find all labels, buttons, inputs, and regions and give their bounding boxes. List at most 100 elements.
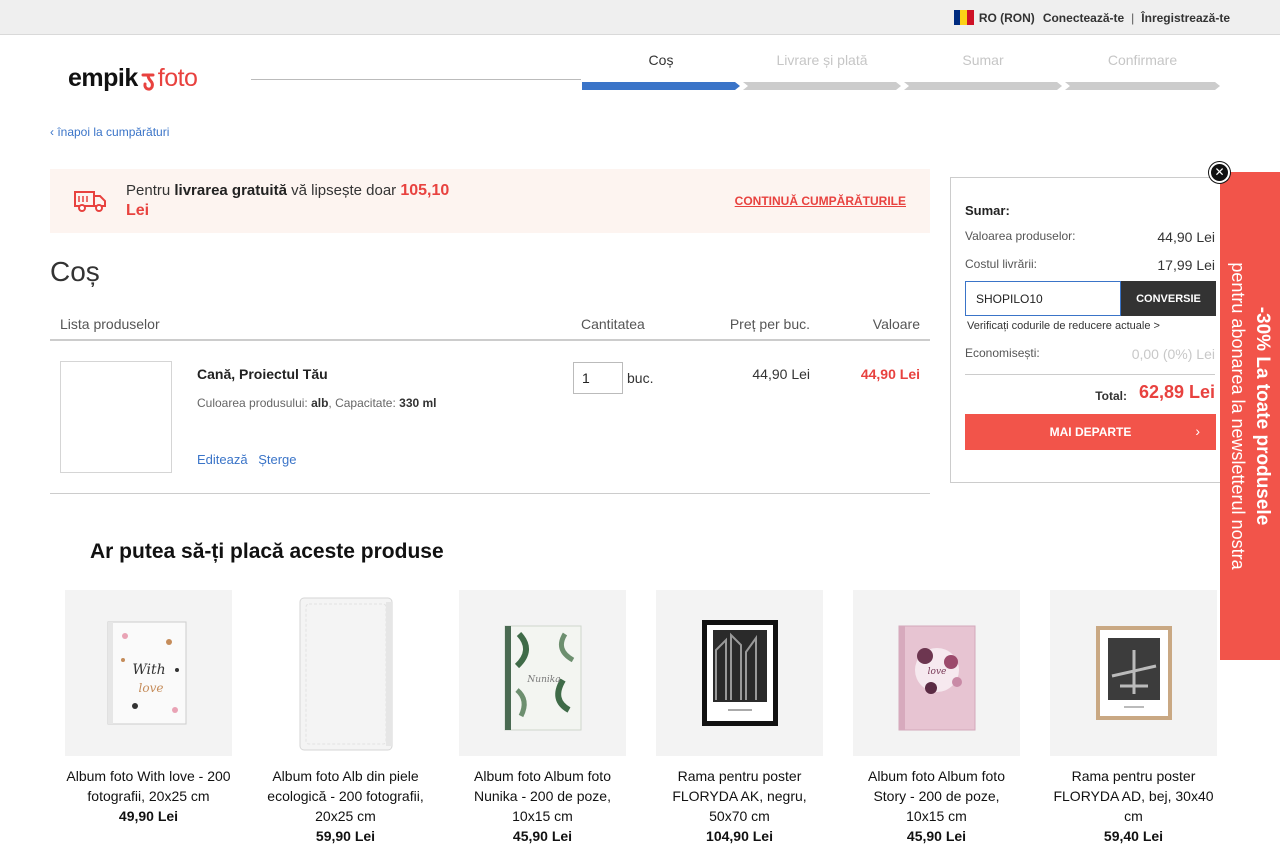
svg-text:Nunika: Nunika <box>526 675 560 685</box>
product-price: 59,90 Lei <box>315 828 376 844</box>
cart-table-header: Lista produselor Cantitatea Preț per buc… <box>50 308 930 341</box>
album-story-image[interactable]: love <box>853 590 1020 756</box>
color-value: alb <box>311 396 329 410</box>
savings-value: 0,00 (0%) Lei <box>1131 346 1215 362</box>
promo-subline: pentru abonarea la newsletterul nostra <box>1228 262 1248 570</box>
apply-coupon-button[interactable]: CONVERSIE <box>1121 281 1216 316</box>
cart-item-row: Cană, Proiectul Tău Culoarea produsului:… <box>50 342 930 494</box>
album-nunika-image[interactable]: Nunika <box>459 590 626 756</box>
svg-text:With: With <box>132 662 165 678</box>
quantity-input[interactable] <box>573 362 623 394</box>
album-with-love-image[interactable]: With love <box>65 590 232 756</box>
header-value: Valoare <box>872 316 920 332</box>
product-price: 45,90 Lei <box>512 828 573 844</box>
proceed-button[interactable]: MAI DEPARTE › <box>965 414 1216 450</box>
product-price: 45,90 Lei <box>906 828 967 844</box>
product-title: Album foto With love - 200 fotografii, 2… <box>66 768 231 804</box>
progress-line <box>251 79 581 80</box>
product-name[interactable]: Cană, Proiectul Tău <box>197 366 328 382</box>
delete-link[interactable]: Șterge <box>258 452 296 467</box>
message-bold: livrarea gratuită <box>174 182 287 199</box>
step-summary: Sumar <box>904 50 1062 90</box>
back-to-shopping-link[interactable]: ‹ înapoi la cumpărături <box>50 125 169 139</box>
summary-divider <box>965 374 1215 375</box>
product-attributes: Culoarea produsului: alb, Capacitate: 33… <box>197 396 437 410</box>
logo-mark-icon <box>141 73 155 91</box>
product-price: 104,90 Lei <box>706 828 773 844</box>
recommended-product-name: Rama pentru poster FLORYDA AD, bej, 30x4… <box>1050 766 1217 846</box>
step-delivery-payment: Livrare și plată <box>743 50 901 90</box>
step-cart: Coș <box>582 50 740 90</box>
logo-text-empik: empik <box>68 64 138 92</box>
product-title: Album foto Album foto Nunika - 200 de po… <box>474 768 611 824</box>
message-prefix: Pentru <box>126 182 175 199</box>
product-actions: Editează Șterge <box>197 452 304 467</box>
step-label: Coș <box>648 52 674 68</box>
step-bar <box>904 82 1062 90</box>
recommended-product-name: Album foto Alb din piele ecologică - 200… <box>262 766 429 846</box>
newsletter-promo-tab[interactable]: -30% La toate produsele pentru abonarea … <box>1220 172 1280 660</box>
order-summary: Sumar: Valoarea produselor: 44,90 Lei Co… <box>950 177 1230 483</box>
proceed-button-label: MAI DEPARTE <box>1049 425 1132 439</box>
recommended-product-name: Album foto Album foto Story - 200 de poz… <box>853 766 1020 846</box>
recommended-product-name: Album foto With love - 200 fotografii, 2… <box>65 766 232 826</box>
products-value-label: Valoarea produselor: <box>965 229 1076 243</box>
continue-shopping-link[interactable]: CONTINUĂ CUMPĂRĂTURILE <box>735 194 906 208</box>
checkout-steps: Coș Livrare și plată Sumar Confirmare <box>582 50 1222 90</box>
summary-products-row: Valoarea produselor: 44,90 Lei <box>965 229 1215 245</box>
color-label: Culoarea produsului: <box>197 396 312 410</box>
free-delivery-message: Pentru livrarea gratuită vă lipsește doa… <box>126 181 466 221</box>
register-link[interactable]: Înregistrează-te <box>1141 11 1230 25</box>
recommended-product-name: Album foto Album foto Nunika - 200 de po… <box>459 766 626 846</box>
top-bar: RO (RON) Conectează-te | Înregistrează-t… <box>0 0 1280 35</box>
header-unit-price: Preț per buc. <box>729 316 810 332</box>
capacity-label: , Capacitate: <box>328 396 400 410</box>
step-bar <box>582 82 740 90</box>
logo-text-foto: foto <box>157 64 198 92</box>
recommended-product-name: Rama pentru poster FLORYDA AK, negru, 50… <box>656 766 823 846</box>
summary-savings-row: Economisești: 0,00 (0%) Lei <box>965 346 1215 362</box>
summary-shipping-row: Costul livrării: 17,99 Lei <box>965 257 1215 273</box>
region-selector[interactable]: RO (RON) <box>979 11 1035 25</box>
products-value: 44,90 Lei <box>1157 229 1215 245</box>
svg-text:love: love <box>139 681 164 695</box>
product-price: 49,90 Lei <box>118 808 179 824</box>
product-thumbnail[interactable] <box>60 361 172 473</box>
frame-black-poster-image[interactable] <box>656 590 823 756</box>
coupon-code-input[interactable] <box>965 281 1121 316</box>
unit-price: 44,90 Lei <box>752 366 810 382</box>
step-bar <box>1065 82 1220 90</box>
empik-foto-logo[interactable]: empik foto <box>68 64 198 93</box>
product-title: Album foto Alb din piele ecologică - 200… <box>267 768 424 824</box>
step-label: Confirmare <box>1107 52 1178 68</box>
missing-amount-currency: Lei <box>126 202 150 219</box>
recommendations-title: Ar putea să-ți placă aceste produse <box>90 540 444 563</box>
edit-link[interactable]: Editează <box>197 452 248 467</box>
account-links: RO (RON) Conectează-te | Înregistrează-t… <box>953 10 1230 25</box>
close-promo-icon[interactable]: ✕ <box>1209 162 1230 183</box>
verify-coupons-link[interactable]: Verificați codurile de reducere actuale … <box>967 320 1160 332</box>
product-title: Rama pentru poster FLORYDA AD, bej, 30x4… <box>1053 768 1214 824</box>
promo-headline: -30% La toate produsele <box>1252 306 1273 526</box>
free-delivery-banner: Pentru livrarea gratuită vă lipsește doa… <box>50 169 930 233</box>
product-title: Album foto Album foto Story - 200 de poz… <box>868 768 1005 824</box>
romania-flag-icon <box>953 10 974 25</box>
login-link[interactable]: Conectează-te <box>1043 11 1124 25</box>
summary-title: Sumar: <box>965 203 1010 218</box>
step-confirmation: Confirmare <box>1065 50 1220 90</box>
product-price: 59,40 Lei <box>1103 828 1164 844</box>
step-label: Sumar <box>962 52 1004 68</box>
shipping-cost-label: Costul livrării: <box>965 257 1038 271</box>
missing-amount: 105,10 <box>400 182 450 199</box>
row-total: 44,90 Lei <box>860 366 920 382</box>
quantity-unit: buc. <box>627 370 654 386</box>
capacity-value: 330 ml <box>399 396 437 410</box>
total-value: 62,89 Lei <box>1138 382 1215 402</box>
header-products: Lista produselor <box>60 316 160 332</box>
album-white-leather-image[interactable] <box>262 590 429 756</box>
frame-beige-poster-image[interactable] <box>1050 590 1217 756</box>
page-title: Coș <box>50 256 100 287</box>
product-title: Rama pentru poster FLORYDA AK, negru, 50… <box>672 768 807 824</box>
separator: | <box>1131 10 1135 25</box>
svg-text:love: love <box>928 667 947 677</box>
